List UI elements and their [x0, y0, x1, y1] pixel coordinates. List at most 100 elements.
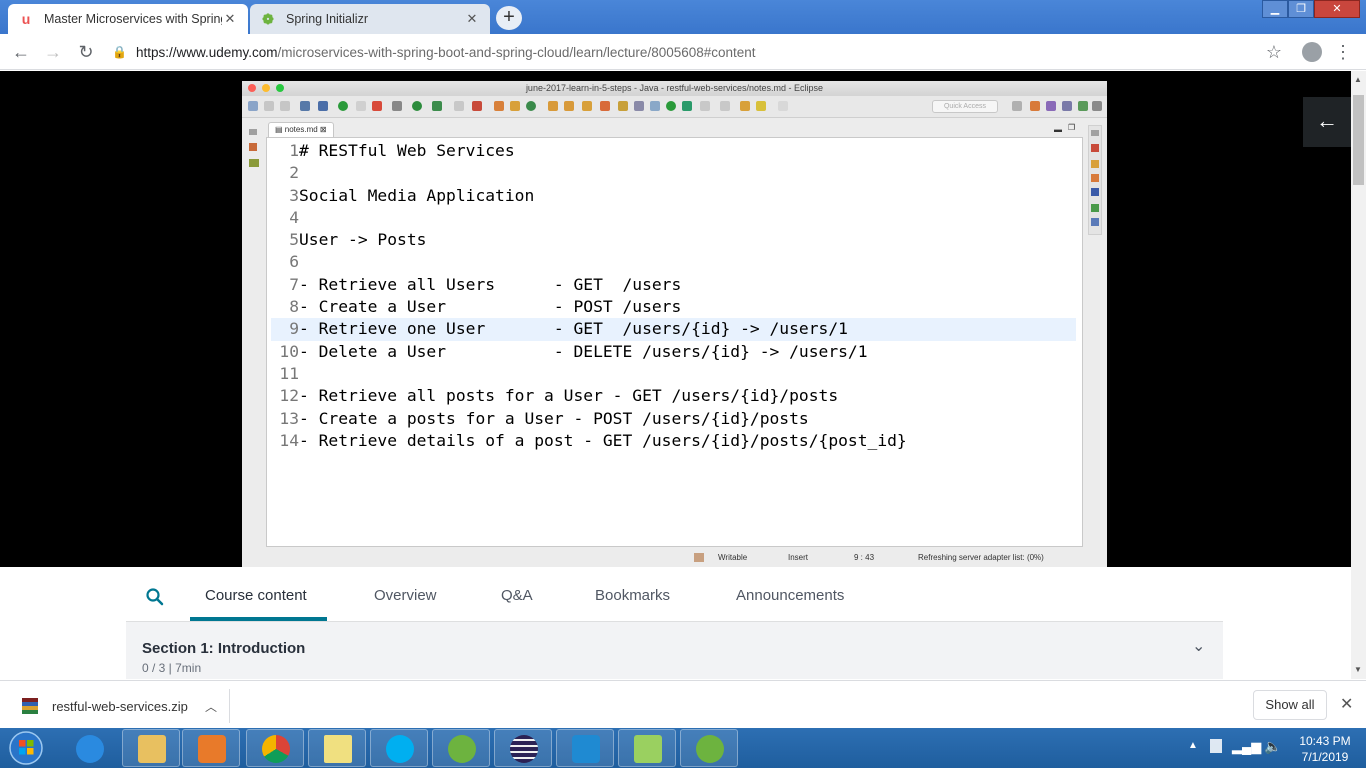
- eclipse-status-bar: Writable Insert 9 : 43 Refreshing server…: [242, 549, 1107, 567]
- vscode-icon: [572, 735, 600, 763]
- address-bar[interactable]: 🔒 https://www.udemy.com/microservices-wi…: [112, 38, 1292, 66]
- quick-access-input[interactable]: Quick Access: [932, 100, 998, 113]
- eclipse-window-title: june-2017-learn-in-5-steps - Java - rest…: [525, 83, 824, 93]
- section-header[interactable]: Section 1: Introduction 0 / 3 | 7min ⌄: [126, 621, 1223, 679]
- taskbar-spring-tool-suite[interactable]: [432, 729, 490, 767]
- code-line[interactable]: 14- Retrieve details of a post - GET /us…: [271, 430, 1076, 452]
- editor-tab-row: ▤ notes.md ⊠ ▬ ❐: [266, 121, 1082, 137]
- taskbar-eclipse[interactable]: [494, 729, 552, 767]
- pin-icon: [650, 101, 660, 111]
- minimize-button[interactable]: ▁: [1262, 0, 1288, 18]
- download-item[interactable]: restful-web-services.zip ︿: [16, 689, 230, 723]
- back-button[interactable]: ←: [10, 42, 32, 64]
- tab-title: Spring Initializr: [286, 12, 368, 26]
- lock-icon: 🔒: [112, 45, 127, 59]
- tab-course-content[interactable]: Course content: [205, 587, 307, 604]
- line-text: - Delete a User - DELETE /users/{id} -> …: [299, 341, 868, 361]
- tab-announcements[interactable]: Announcements: [736, 587, 844, 604]
- format-icon: [634, 101, 644, 111]
- package-explorer-icon: [249, 143, 257, 151]
- code-line[interactable]: 2: [271, 162, 1076, 184]
- taskbar-file-explorer[interactable]: [122, 729, 180, 767]
- toggle-icon: [356, 101, 366, 111]
- line-text: Social Media Application: [299, 185, 535, 205]
- new-icon: [248, 101, 258, 111]
- code-line[interactable]: 9- Retrieve one User - GET /users/{id} -…: [271, 318, 1076, 341]
- show-all-button[interactable]: Show all: [1253, 690, 1327, 720]
- code-line[interactable]: 3 Social Media Application: [271, 185, 1076, 207]
- code-line[interactable]: 7- Retrieve all Users - GET /users: [271, 274, 1076, 296]
- code-line[interactable]: 10- Delete a User - DELETE /users/{id} -…: [271, 341, 1076, 363]
- server-icon: [338, 101, 348, 111]
- line-text: - Retrieve all posts for a User - GET /u…: [299, 386, 839, 406]
- maximize-editor-icon[interactable]: ❐: [1068, 123, 1075, 132]
- line-number: 11: [279, 363, 299, 383]
- open-task-icon: [564, 101, 574, 111]
- marker-icon: [618, 101, 628, 111]
- line-number: 3: [289, 185, 299, 205]
- scroll-thumb[interactable]: [1353, 95, 1364, 185]
- close-icon[interactable]: ✕: [1340, 694, 1353, 714]
- taskbar-notepad-plus[interactable]: [618, 729, 676, 767]
- code-line[interactable]: 1 # RESTful Web Services: [271, 140, 1076, 162]
- code-line[interactable]: 12- Retrieve all posts for a User - GET …: [271, 385, 1076, 407]
- search-icon[interactable]: [145, 587, 165, 607]
- code-line[interactable]: 6: [271, 251, 1076, 273]
- arrow-left-icon[interactable]: ←: [1303, 97, 1351, 147]
- code-editor[interactable]: 1 # RESTful Web Services 2 3 Social Media Ap…: [266, 137, 1083, 547]
- taskbar-media-player[interactable]: [182, 729, 240, 767]
- clock-date[interactable]: 7/1/2019: [1292, 750, 1358, 764]
- taskbar-internet-explorer[interactable]: [60, 729, 118, 767]
- profile-avatar[interactable]: [1302, 42, 1322, 62]
- clock-time[interactable]: 10:43 PM: [1292, 734, 1358, 748]
- skip-icon: [318, 101, 328, 111]
- code-line[interactable]: 13- Create a posts for a User - POST /us…: [271, 408, 1076, 430]
- class-icon: [510, 101, 520, 111]
- tab-bookmarks[interactable]: Bookmarks: [595, 587, 670, 604]
- windows-start-icon[interactable]: [6, 728, 46, 768]
- scroll-down-icon[interactable]: ▼: [1354, 665, 1362, 674]
- bookmark-star-icon[interactable]: ☆: [1266, 42, 1282, 63]
- code-line[interactable]: 11: [271, 363, 1076, 385]
- task-list-icon: [1091, 160, 1099, 168]
- restore-icon: [249, 129, 257, 135]
- skype-icon: [386, 735, 414, 763]
- new-tab-button[interactable]: +: [496, 6, 522, 30]
- coverage-icon: [432, 101, 442, 111]
- chevron-down-icon[interactable]: ⌄: [1192, 636, 1205, 656]
- network-icon[interactable]: ▂▄▆: [1232, 739, 1261, 755]
- reload-button[interactable]: ↻: [75, 42, 97, 64]
- search-tool-icon: [582, 101, 592, 111]
- line-number: 8: [289, 297, 299, 317]
- code-line[interactable]: 4: [271, 207, 1076, 229]
- scroll-up-icon[interactable]: ▲: [1354, 75, 1362, 84]
- tab-qa[interactable]: Q&A: [501, 587, 533, 604]
- course-panel: Course content Overview Q&A Bookmarks An…: [0, 567, 1351, 679]
- maximize-button[interactable]: ❐: [1288, 0, 1314, 18]
- tab-udemy-course[interactable]: u Master Microservices with Spring ✕: [8, 4, 248, 34]
- close-icon[interactable]: ✕: [464, 11, 480, 27]
- taskbar-skype[interactable]: [370, 729, 428, 767]
- save-icon: [264, 101, 274, 111]
- taskbar-spring-tool-suite-2[interactable]: [680, 729, 738, 767]
- editor-file-tab[interactable]: ▤ notes.md ⊠: [268, 122, 334, 137]
- battery-icon[interactable]: [1210, 739, 1222, 753]
- code-line[interactable]: 8- Create a User - POST /users: [271, 296, 1076, 318]
- close-icon[interactable]: ⊠: [318, 125, 327, 134]
- tab-spring-initializr[interactable]: ❁ Spring Initializr ✕: [250, 4, 490, 34]
- volume-icon[interactable]: 🔈: [1264, 738, 1281, 755]
- chevron-up-icon[interactable]: ︿: [205, 698, 217, 715]
- taskbar-chrome[interactable]: [246, 729, 304, 767]
- show-hidden-icons-icon[interactable]: ▲: [1188, 740, 1198, 751]
- spring-icon: ❁: [262, 10, 274, 27]
- minimize-editor-icon[interactable]: ▬: [1054, 125, 1062, 134]
- close-window-button[interactable]: ✕: [1314, 0, 1360, 18]
- close-icon[interactable]: ✕: [222, 11, 238, 27]
- code-line[interactable]: 5 User -> Posts: [271, 229, 1076, 251]
- page-scrollbar[interactable]: ▲ ▼: [1351, 71, 1366, 679]
- taskbar-vscode[interactable]: [556, 729, 614, 767]
- menu-icon[interactable]: ⋮: [1334, 42, 1352, 63]
- forward-button[interactable]: →: [42, 42, 64, 64]
- taskbar-sticky-notes[interactable]: [308, 729, 366, 767]
- tab-overview[interactable]: Overview: [374, 587, 437, 604]
